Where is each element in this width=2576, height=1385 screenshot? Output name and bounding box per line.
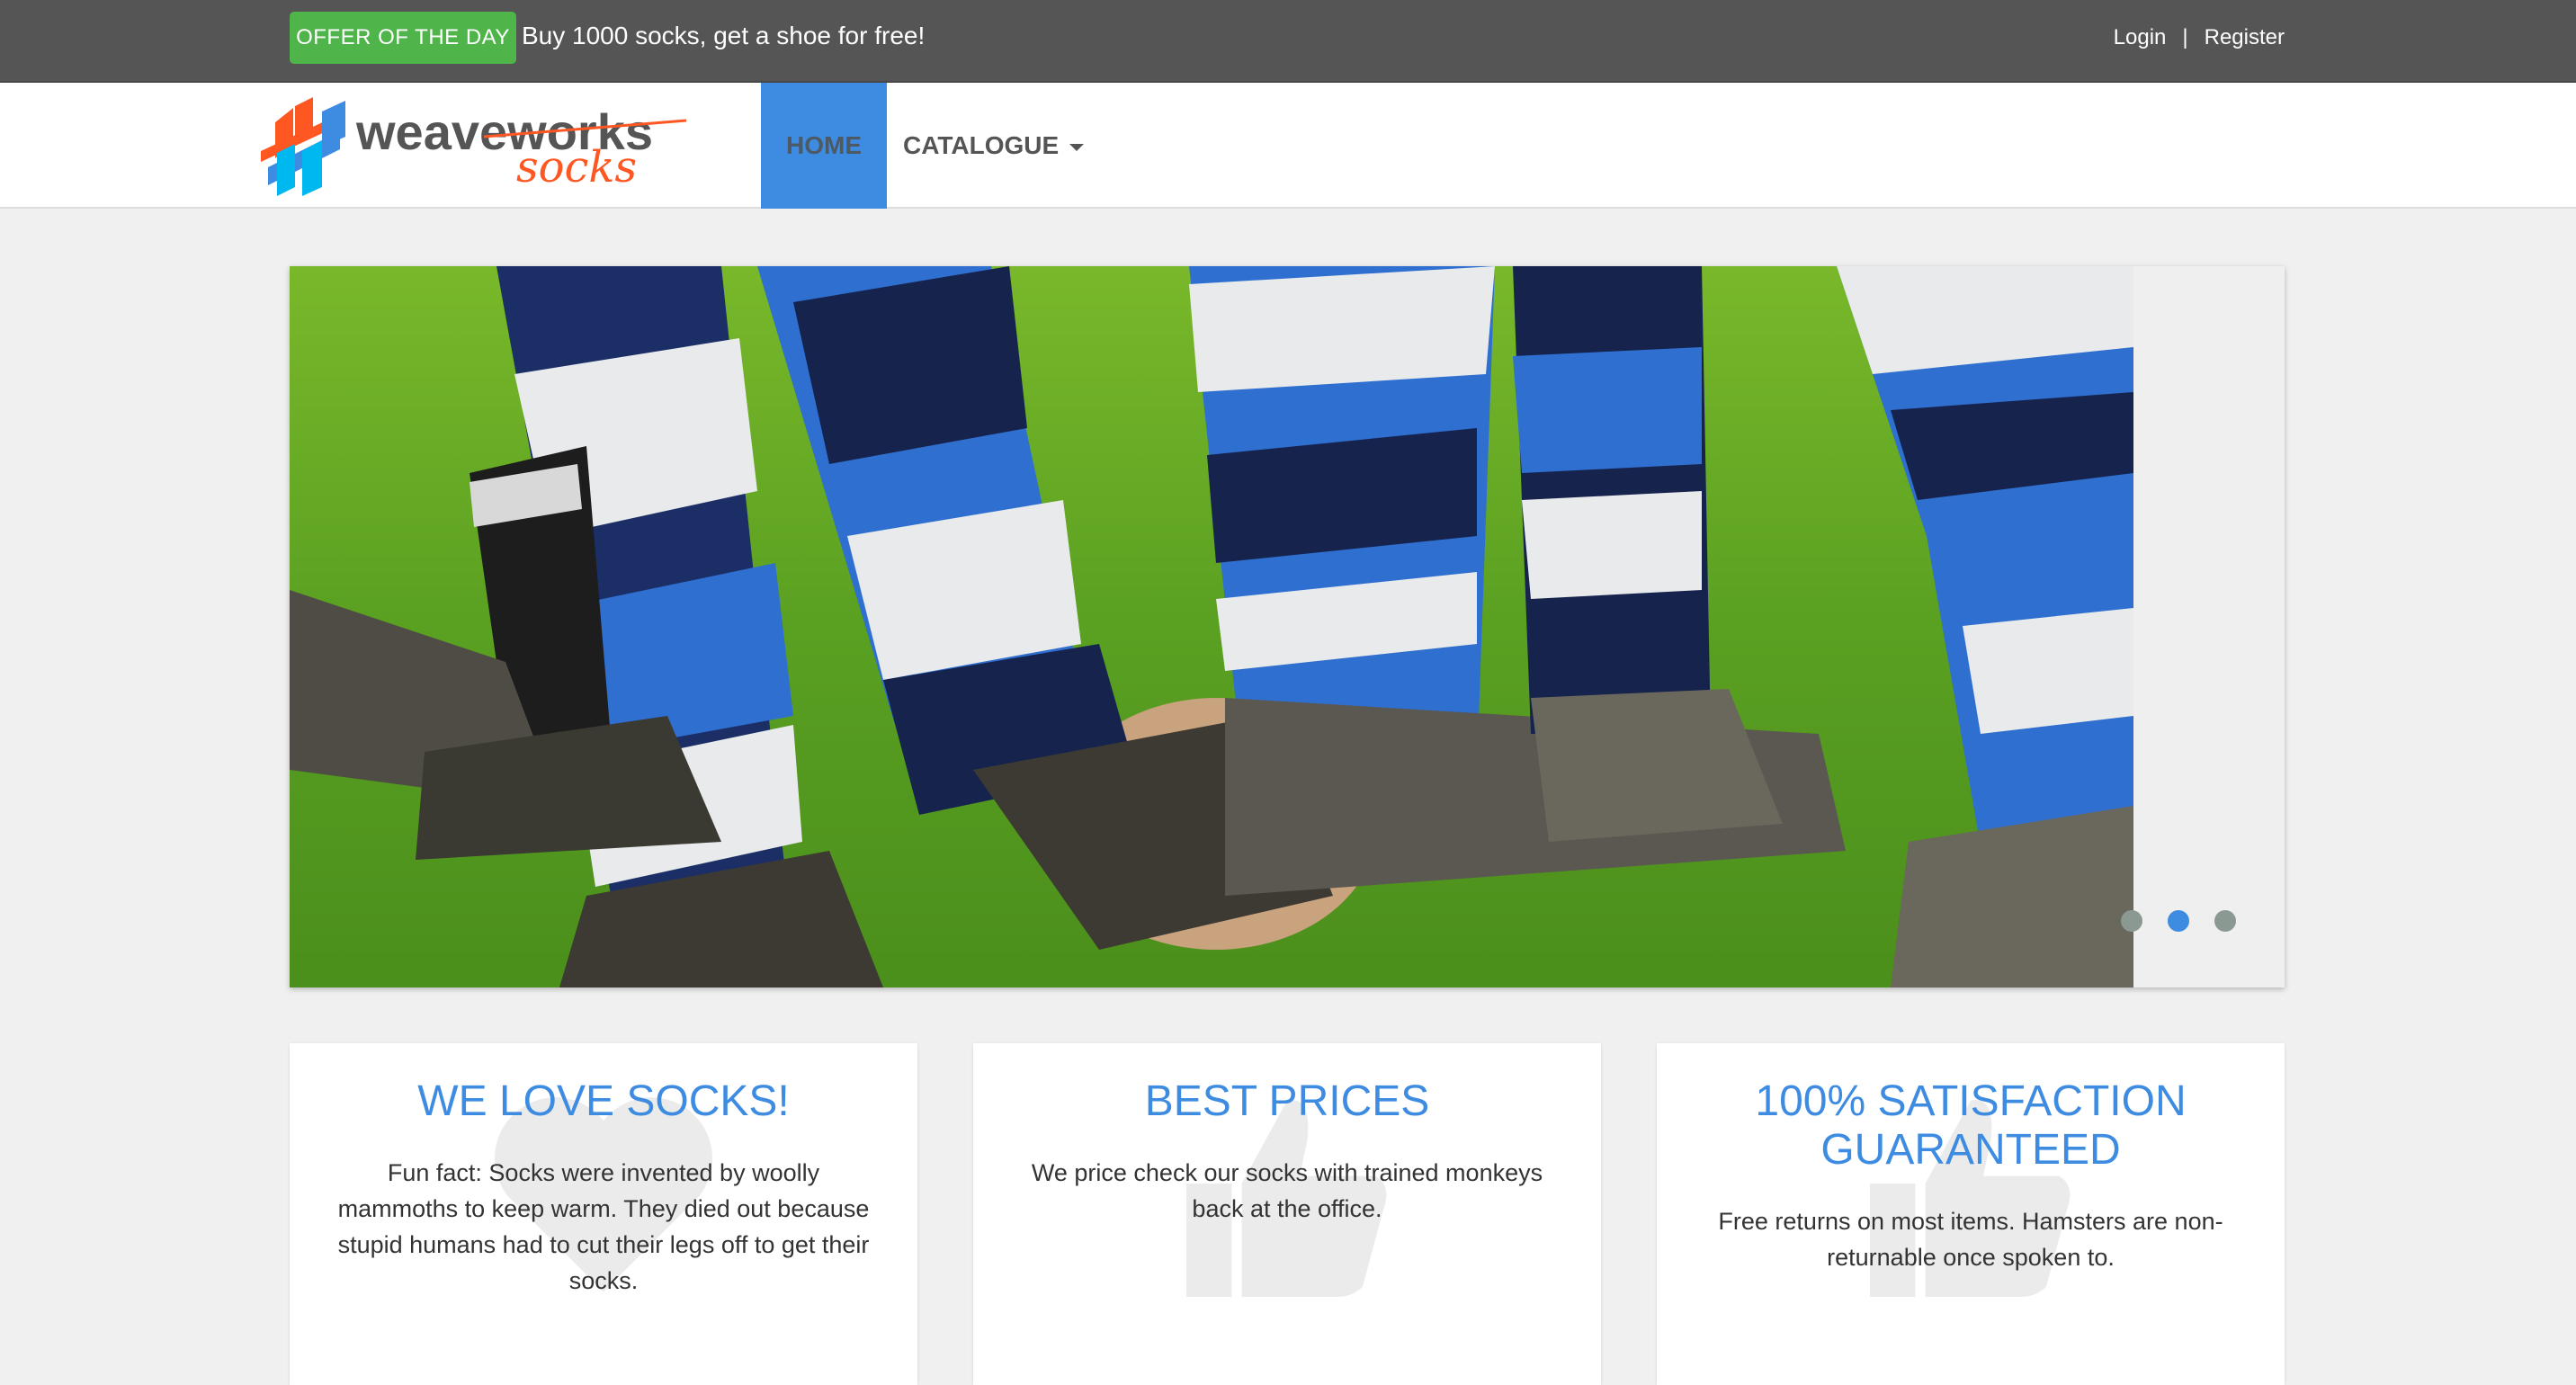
- logo-mark-icon: [261, 97, 345, 196]
- main-navbar: weaveworks socks HOME CATALOGUE: [0, 83, 2576, 209]
- caret-down-icon: [1069, 144, 1085, 151]
- login-link[interactable]: Login: [2114, 20, 2167, 56]
- nav-catalogue-label: CATALOGUE: [903, 131, 1060, 159]
- feature-text: We price check our socks with trained mo…: [1031, 1159, 1543, 1222]
- rugby-socks-slide-image: [290, 266, 2133, 987]
- feature-title: BEST PRICES: [1144, 1077, 1430, 1125]
- account-links: Login | Register: [2114, 20, 2285, 56]
- hero-carousel[interactable]: [290, 266, 2285, 987]
- top-bar: OFFER OF THE DAY Buy 1000 socks, get a s…: [0, 0, 2576, 83]
- feature-text: Fun fact: Socks were invented by woolly …: [337, 1159, 870, 1294]
- link-separator: |: [2182, 25, 2188, 49]
- feature-text: Free returns on most items. Hamsters are…: [1718, 1208, 2223, 1271]
- offer-of-the-day-badge[interactable]: OFFER OF THE DAY: [290, 12, 516, 64]
- nav-catalogue-dropdown[interactable]: CATALOGUE: [903, 83, 1085, 209]
- feature-title: 100% SATISFACTION GUARANTEED: [1755, 1077, 2187, 1174]
- feature-title: WE LOVE SOCKS!: [417, 1077, 790, 1125]
- register-link[interactable]: Register: [2205, 20, 2285, 56]
- feature-box-love-socks: WE LOVE SOCKS! Fun fact: Socks were inve…: [290, 1043, 917, 1385]
- offer-text: Buy 1000 socks, get a shoe for free!: [522, 22, 926, 49]
- carousel-dot-1[interactable]: [2121, 910, 2142, 932]
- carousel-dot-3[interactable]: [2214, 910, 2236, 932]
- feature-box-best-prices: BEST PRICES We price check our socks wit…: [973, 1043, 1601, 1385]
- feature-box-satisfaction: 100% SATISFACTION GUARANTEED Free return…: [1657, 1043, 2285, 1385]
- weaveworks-socks-logo[interactable]: weaveworks socks: [259, 97, 691, 196]
- carousel-dot-2[interactable]: [2168, 910, 2189, 932]
- logo-word-socks: socks: [516, 142, 637, 192]
- nav-home[interactable]: HOME: [761, 83, 887, 209]
- carousel-indicators: [2121, 910, 2236, 932]
